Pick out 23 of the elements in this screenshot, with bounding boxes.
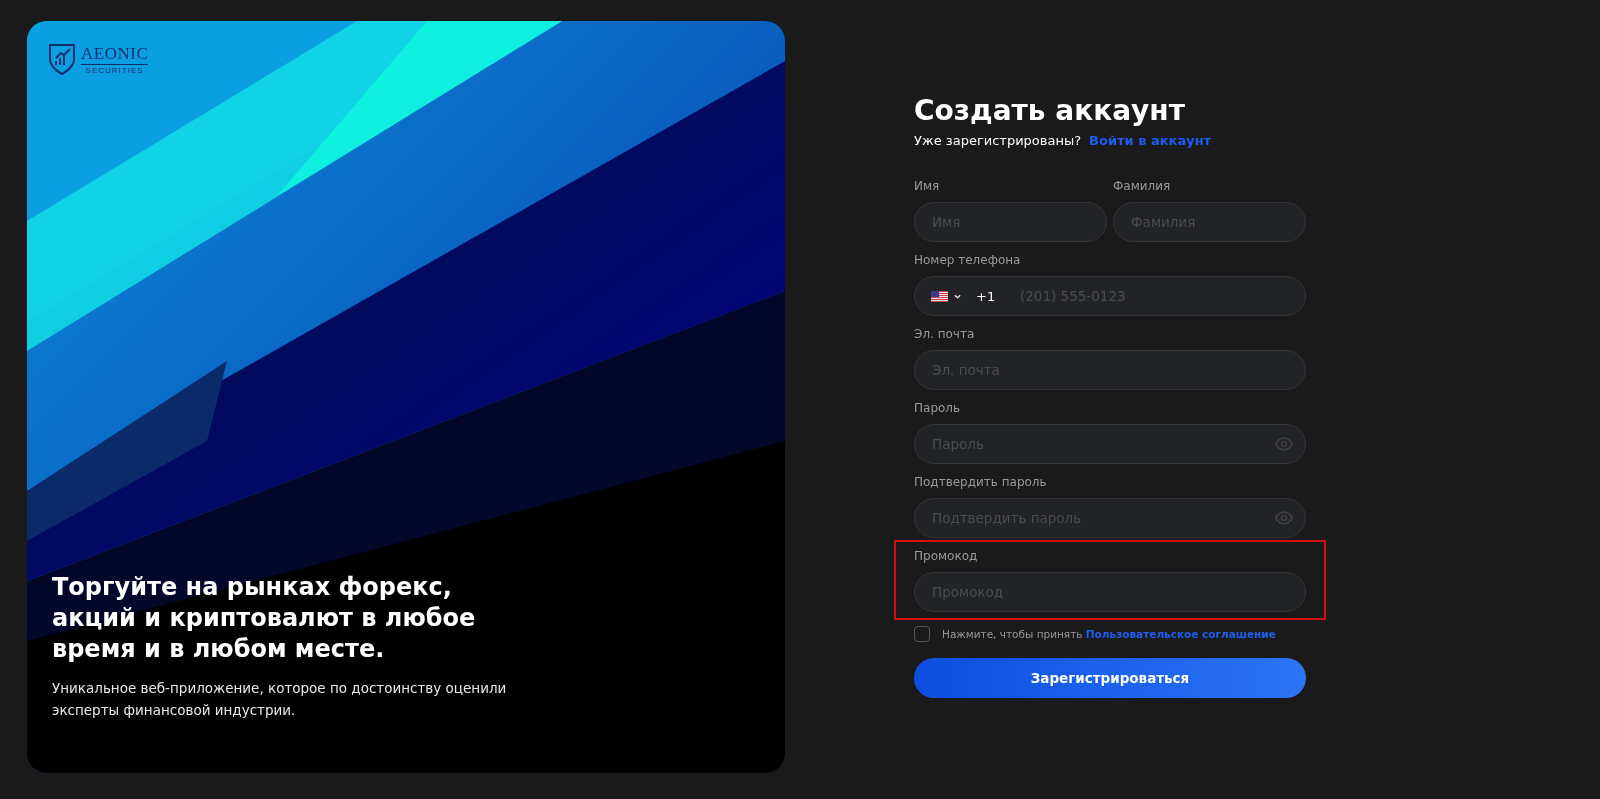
hero-headline: Торгуйте на рынках форекс, акций и криптовалют в любое время и в любом месте. [52, 572, 477, 665]
logo-tagline: SECURITIES [84, 65, 145, 75]
subtitle: Уже зарегистрированы? [914, 133, 1082, 148]
field-label: Пароль [914, 400, 962, 416]
agreement-link[interactable]: Пользовательское соглашение [1085, 628, 1276, 640]
field-label: Фамилия [1113, 178, 1172, 194]
login-link[interactable]: Войти в аккаунт [1089, 133, 1212, 148]
hero-text: Уникальное веб-приложение, которое по достоинству оценили эксперты финансовой индустрии. [52, 679, 508, 720]
shield-icon [47, 41, 77, 77]
country-code: +1 [976, 288, 996, 304]
agreement-text: Нажмите, чтобы принять [942, 628, 1084, 640]
register-button[interactable]: Зарегистрироваться [914, 658, 1306, 698]
field-label: Эл. почта [914, 326, 976, 342]
field-label: Номер телефона [914, 252, 1022, 268]
eye-icon[interactable] [1274, 434, 1294, 454]
flag-icon[interactable] [931, 290, 948, 302]
checkbox[interactable] [914, 626, 930, 642]
eye-icon[interactable] [1274, 508, 1294, 528]
field-label: Имя [914, 178, 941, 194]
field-label: Промокод [914, 548, 979, 564]
form-title: Создать аккаунт [914, 93, 1186, 129]
field-label: Подтвердить пароль [914, 474, 1048, 490]
logo-name: AEONIC [81, 43, 149, 65]
